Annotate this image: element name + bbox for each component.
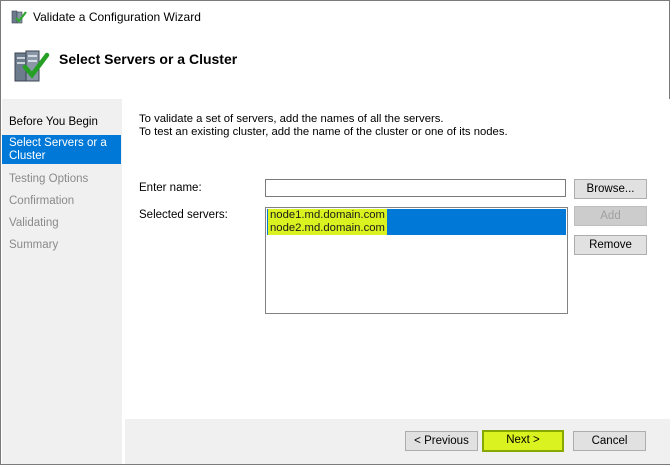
wizard-footer: < Previous Next > Cancel [125, 419, 670, 464]
validate-wizard-icon [14, 50, 50, 82]
step-confirmation: Confirmation [9, 195, 75, 207]
server-name: node1.md.domain.com [268, 209, 387, 222]
browse-button[interactable]: Browse... [574, 179, 647, 199]
remove-button[interactable]: Remove [574, 235, 647, 255]
title-bar: Validate a Configuration Wizard [1, 1, 669, 33]
step-before-you-begin[interactable]: Before You Begin [2, 115, 121, 130]
list-item[interactable]: node2.md.domain.com [267, 222, 566, 235]
selected-servers-list[interactable]: node1.md.domain.com node2.md.domain.com [265, 207, 568, 314]
window-title: Validate a Configuration Wizard [33, 10, 201, 24]
page-title: Select Servers or a Cluster [59, 51, 238, 67]
previous-button[interactable]: < Previous [405, 431, 478, 451]
step-validating: Validating [9, 217, 59, 229]
instruction-line-2: To test an existing cluster, add the nam… [139, 126, 508, 138]
enter-name-label: Enter name: [139, 182, 202, 194]
cluster-wizard-icon [11, 10, 27, 24]
cancel-button[interactable]: Cancel [573, 431, 646, 451]
instruction-line-1: To validate a set of servers, add the na… [139, 113, 444, 125]
step-select-servers[interactable]: Select Servers or a Cluster [2, 135, 121, 164]
wizard-step-nav: Before You Begin Select Servers or a Clu… [2, 99, 122, 464]
enter-name-input[interactable] [265, 179, 566, 197]
wizard-header: Select Servers or a Cluster [1, 33, 669, 99]
server-name: node2.md.domain.com [268, 222, 387, 235]
list-item[interactable]: node1.md.domain.com [267, 209, 566, 222]
step-testing-options: Testing Options [9, 173, 89, 185]
wizard-window: Validate a Configuration Wizard Select S… [0, 0, 670, 465]
selected-servers-label: Selected servers: [139, 209, 228, 221]
add-button: Add [574, 206, 647, 226]
wizard-content: To validate a set of servers, add the na… [125, 99, 670, 419]
next-button[interactable]: Next > [482, 430, 564, 452]
step-summary: Summary [9, 239, 59, 251]
instructions: To validate a set of servers, add the na… [139, 113, 508, 139]
